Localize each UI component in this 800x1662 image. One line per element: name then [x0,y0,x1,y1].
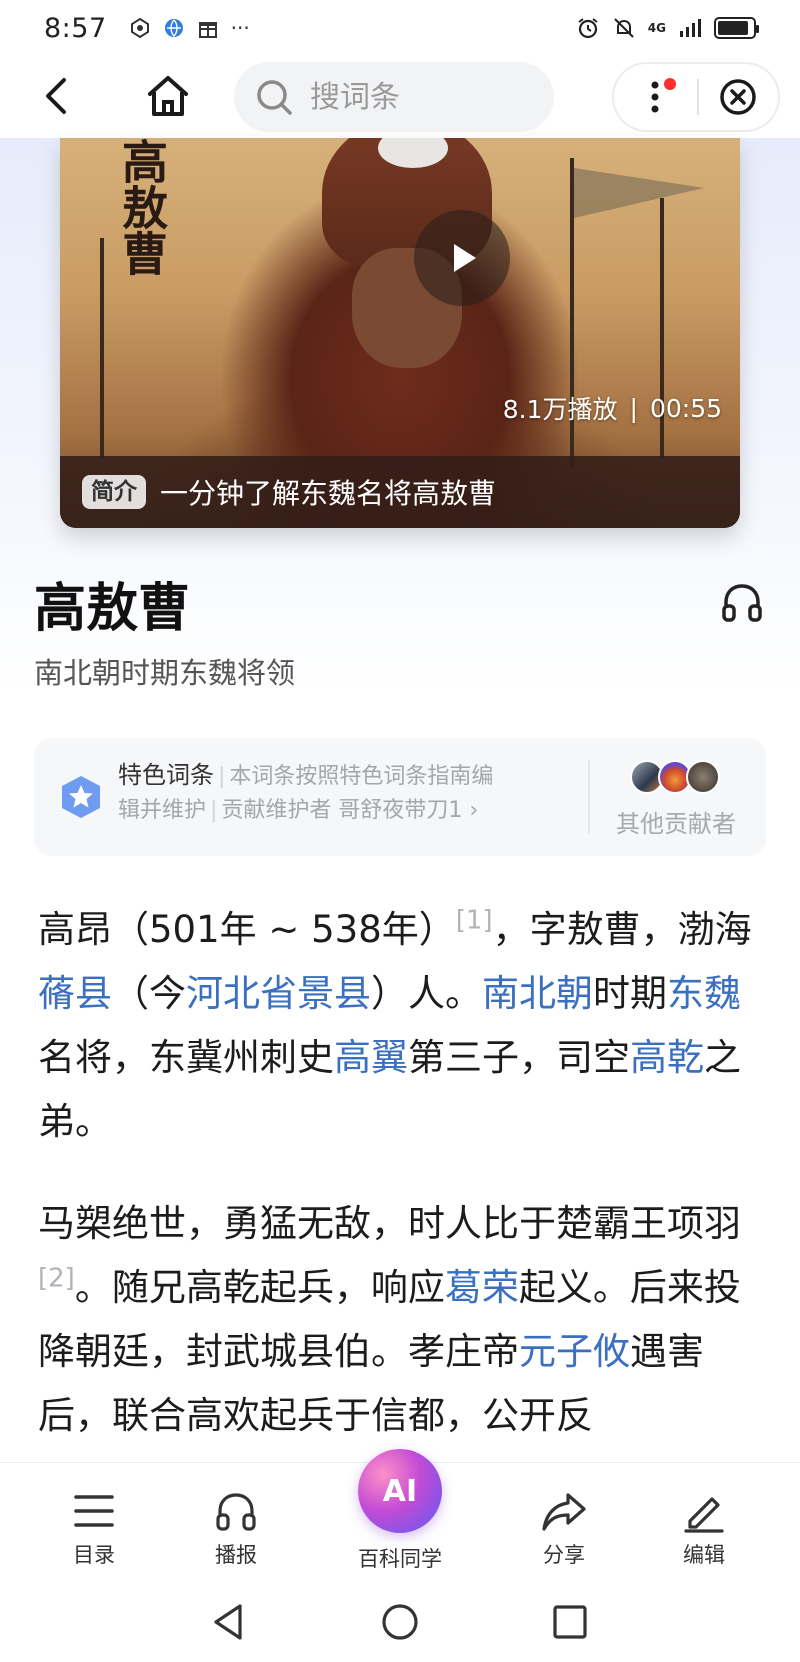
edit-pencil-icon [684,1497,724,1533]
status-time: 8:57 [44,12,107,44]
text-segment: 时期 [593,972,667,1015]
text-segment: 名将，东冀州刺史 [38,1036,334,1079]
toolbar-share[interactable]: 分享 [504,1487,624,1569]
citation-ref[interactable]: [1] [456,906,493,936]
toolbar-label: 编辑 [683,1543,725,1567]
page-title: 高敖曹 [34,579,191,639]
other-contributors-label[interactable]: 其他贡献者 [616,804,736,839]
contributor-avatars[interactable] [630,760,720,794]
toolbar-label: 目录 [73,1543,115,1567]
body-paragraph: 马槊绝世，勇猛无敌，时人比于楚霸王项羽[2]。随兄高乾起兵，响应葛荣起义。后来投… [38,1192,766,1448]
link-hebei-jingxian[interactable]: 河北省景县 [186,972,371,1015]
close-circle-icon [720,79,757,115]
link-tiaoxian[interactable]: 蓨县 [38,972,112,1015]
status-left: 8:57 ··· [44,13,250,44]
link-yuanziyou[interactable]: 元子攸 [519,1330,630,1373]
text-segment: 高昂（501年 ~ 538年） [38,908,456,951]
intro-badge: 简介 [82,475,146,509]
featured-divider [588,760,590,834]
battery-icon [714,17,759,39]
link-gaoqian[interactable]: 高乾 [630,1036,704,1079]
notification-icon [130,17,149,39]
citation-ref[interactable]: [2] [38,1264,75,1294]
more-vertical-button[interactable] [614,64,697,130]
share-icon [542,1493,586,1531]
video-play-count: 8.1万播放 [502,395,618,424]
circle-home-icon[interactable] [378,1600,422,1644]
nav-bar [0,56,800,138]
link-gaoyi[interactable]: 高翼 [334,1036,408,1079]
text-segment: 马槊绝世，勇猛无敌，时人比于楚霸王项羽 [38,1202,741,1245]
toolbar-edit[interactable]: 编辑 [644,1487,764,1569]
close-button[interactable] [699,64,778,130]
headphones-icon[interactable] [718,578,766,626]
status-bar: 8:57 ··· 4G [0,0,800,56]
video-duration: 00:55 [649,393,722,423]
link-gerong[interactable]: 葛荣 [445,1266,519,1309]
text-segment: 。随兄高乾起兵，响应 [74,1266,445,1309]
video-caption-bar: 简介 一分钟了解东魏名将高敖曹 [60,456,740,528]
mute-icon [614,18,634,38]
toolbar-catalog[interactable]: 目录 [34,1487,154,1569]
more-notifications-icon: ··· [230,16,250,40]
link-dongwei[interactable]: 东魏 [667,972,741,1015]
video-meta: 8.1万播放 | 00:55 [503,390,722,426]
avatar [686,760,720,794]
text-segment: ）人。 [371,972,482,1015]
video-calligraphy-text: 高敖曹 [115,138,169,276]
triangle-back-icon[interactable] [206,1600,250,1644]
mini-program-capsule [612,62,780,132]
featured-entry-card[interactable]: 特色词条 | 本词条按照特色词条指南编 辑并维护 | 贡献维护者 哥舒夜带刀1 › 其他… [34,738,766,856]
browser-icon [164,19,183,37]
chevron-right-icon: › [469,798,479,823]
search-icon [257,80,292,115]
text-segment: 第三子，司空 [408,1036,630,1079]
back-chevron-icon[interactable] [36,74,80,118]
headphones-icon [216,1493,256,1531]
video-meta-separator: | [629,393,638,423]
search-input[interactable] [308,78,508,116]
bottom-toolbar: 目录 播报 AI 百科同学 分享 编辑 [0,1449,800,1582]
status-notification-icons: ··· [129,16,250,40]
list-icon [74,1495,114,1527]
system-nav-bar [0,1582,800,1662]
home-icon[interactable] [144,72,192,120]
toolbar-label: 播报 [215,1543,257,1567]
featured-star-icon [62,776,100,818]
ai-badge-text: AI [382,1473,418,1509]
search-box[interactable] [234,62,554,132]
featured-maintainer[interactable]: 贡献维护者 哥舒夜带刀1 [221,798,462,823]
featured-description: 特色词条 | 本词条按照特色词条指南编 辑并维护 | 贡献维护者 哥舒夜带刀1 › [118,761,494,823]
text-segment: ，字敖曹，渤海 [492,908,752,951]
gift-icon [198,22,217,38]
video-caption: 一分钟了解东魏名将高敖曹 [160,477,497,510]
signal-icon [680,19,701,37]
featured-label: 特色词条 [118,761,214,789]
play-icon [454,244,476,272]
video-card[interactable]: 高敖曹 8.1万播放 | 00:55 简介 一分钟了解东魏名将高敖曹 [60,138,740,528]
toolbar-label: 分享 [543,1543,585,1567]
text-segment: （今 [112,972,186,1015]
notification-dot [664,78,676,90]
more-vertical-icon [651,81,659,113]
status-right: 4G [576,16,759,40]
toolbar-label[interactable]: 百科同学 [340,1543,460,1573]
featured-desc-line2: 辑并维护 [118,798,207,823]
square-recents-icon[interactable] [548,1600,592,1644]
intro-paragraph: 高昂（501年 ~ 538年）[1]，字敖曹，渤海蓨县（今河北省景县）人。南北朝… [38,898,766,1154]
page-subtitle: 南北朝时期东魏将领 [34,656,296,690]
featured-desc-line1: 本词条按照特色词条指南编 [229,764,494,789]
toolbar-broadcast[interactable]: 播报 [176,1487,296,1569]
network-label: 4G [647,21,666,35]
alarm-icon [578,18,598,39]
play-button[interactable] [414,210,510,306]
link-nanbeichao[interactable]: 南北朝 [482,972,593,1015]
ai-assistant-icon[interactable]: AI [358,1449,442,1533]
